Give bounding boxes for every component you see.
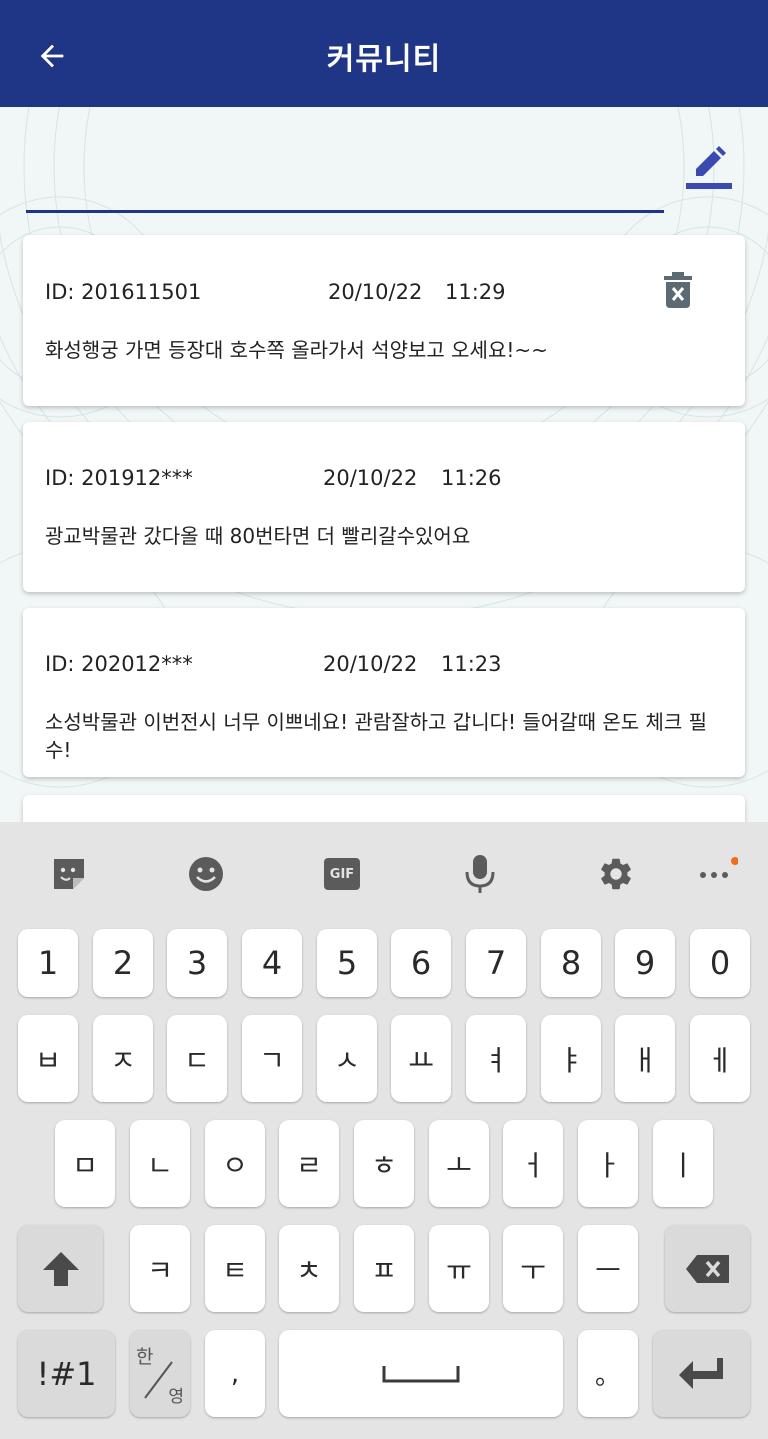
- page-title: 커뮤니티: [326, 42, 442, 77]
- key-i[interactable]: ㅣ: [653, 1120, 713, 1207]
- settings-icon: [601, 858, 631, 890]
- post-date: 20/10/22: [328, 280, 423, 304]
- key-a[interactable]: ㅏ: [578, 1120, 638, 1207]
- key-chieut[interactable]: ㅊ: [279, 1225, 339, 1312]
- key-ya[interactable]: ㅑ: [541, 1015, 601, 1102]
- key-yeo[interactable]: ㅕ: [466, 1015, 526, 1102]
- app-bar: 커뮤니티: [0, 0, 768, 107]
- key-kieuk[interactable]: ㅋ: [130, 1225, 190, 1312]
- key-siot[interactable]: ㅅ: [317, 1015, 377, 1102]
- write-button[interactable]: [682, 143, 734, 193]
- key-5[interactable]: 5: [317, 929, 377, 997]
- key-jieut[interactable]: ㅈ: [93, 1015, 153, 1102]
- space-icon: [382, 1365, 460, 1382]
- post-author-id: ID: 201611501: [45, 280, 202, 304]
- key-yu[interactable]: ㅠ: [429, 1225, 489, 1312]
- key-nieun[interactable]: ㄴ: [130, 1120, 190, 1207]
- key-eo[interactable]: ㅓ: [503, 1120, 563, 1207]
- sticker-icon: [54, 859, 84, 889]
- key-hieut[interactable]: ㅎ: [354, 1120, 414, 1207]
- key-ieung[interactable]: ㅇ: [205, 1120, 265, 1207]
- keyboard: GIF 1 2 3 4 5 6 7 8 9 0 ㅂ ㅈ ㄷ ㄱ ㅅ ㅛ ㅕ ㅑ …: [0, 822, 768, 1439]
- key-9[interactable]: 9: [615, 929, 675, 997]
- pencil-icon: [686, 146, 732, 189]
- key-ae[interactable]: ㅐ: [615, 1015, 675, 1102]
- key-o[interactable]: ㅗ: [429, 1120, 489, 1207]
- post-input[interactable]: [26, 107, 664, 214]
- post-date: 20/10/22: [323, 652, 418, 676]
- backspace-icon: [685, 1254, 729, 1283]
- more-options-button[interactable]: [694, 852, 738, 896]
- enter-key[interactable]: [653, 1330, 750, 1417]
- post-text: 화성행궁 가면 등장대 호수쪽 올라가서 석양보고 오세요!~~: [45, 338, 548, 362]
- enter-icon: [678, 1357, 723, 1389]
- post-time: 11:29: [445, 280, 506, 304]
- key-yo[interactable]: ㅛ: [391, 1015, 451, 1102]
- key-8[interactable]: 8: [541, 929, 601, 997]
- keyboard-settings-button[interactable]: [594, 852, 638, 896]
- post-card-partial[interactable]: [23, 795, 745, 822]
- symbols-key[interactable]: !#1: [18, 1330, 115, 1417]
- shift-key[interactable]: [18, 1225, 103, 1312]
- key-3[interactable]: 3: [167, 929, 227, 997]
- key-0[interactable]: 0: [690, 929, 750, 997]
- emoji-button[interactable]: [184, 852, 228, 896]
- key-digeut[interactable]: ㄷ: [167, 1015, 227, 1102]
- language-switch-key[interactable]: 한 영: [130, 1330, 190, 1417]
- key-giyeok[interactable]: ㄱ: [242, 1015, 302, 1102]
- gif-button[interactable]: GIF: [320, 852, 364, 896]
- post-time: 11:26: [441, 466, 502, 490]
- post-card[interactable]: ID: 201912*** 20/10/22 11:26 광교박물관 갔다올 때…: [23, 422, 745, 592]
- more-icon: [700, 857, 738, 878]
- post-card[interactable]: ID: 201611501 20/10/22 11:29 화성행궁 가면 등장대…: [23, 235, 745, 406]
- post-date: 20/10/22: [323, 466, 418, 490]
- key-mieum[interactable]: ㅁ: [55, 1120, 115, 1207]
- delete-button[interactable]: [663, 271, 693, 309]
- key-bieup[interactable]: ㅂ: [18, 1015, 78, 1102]
- sticker-button[interactable]: [47, 852, 91, 896]
- key-4[interactable]: 4: [242, 929, 302, 997]
- post-text: 소성박물관 이번전시 너무 이쁘네요! 관람잘하고 갑니다! 들어갈때 온도 체…: [45, 710, 708, 762]
- comma-key[interactable]: ,: [205, 1330, 265, 1417]
- post-text: 광교박물관 갔다올 때 80번타면 더 빨리갈수있어요: [45, 524, 471, 548]
- input-underline: [26, 210, 664, 213]
- keyboard-toolbar: GIF: [0, 822, 768, 922]
- gif-icon: GIF: [324, 858, 360, 890]
- key-6[interactable]: 6: [391, 929, 451, 997]
- post-author-id: ID: 202012***: [45, 652, 193, 676]
- key-e[interactable]: ㅔ: [690, 1015, 750, 1102]
- key-tieut[interactable]: ㅌ: [205, 1225, 265, 1312]
- emoji-icon: [189, 857, 223, 891]
- lang-bottom-label: 영: [168, 1387, 184, 1407]
- trash-icon: [664, 272, 692, 308]
- voice-input-button[interactable]: [458, 852, 502, 896]
- space-key[interactable]: [279, 1330, 563, 1417]
- post-time: 11:23: [441, 652, 502, 676]
- backspace-key[interactable]: [665, 1225, 750, 1312]
- key-u[interactable]: ㅜ: [503, 1225, 563, 1312]
- post-author-id: ID: 201912***: [45, 466, 193, 490]
- community-content: ID: 201611501 20/10/22 11:29 화성행궁 가면 등장대…: [0, 107, 768, 822]
- period-key[interactable]: 。: [578, 1330, 638, 1417]
- key-7[interactable]: 7: [466, 929, 526, 997]
- key-2[interactable]: 2: [93, 929, 153, 997]
- microphone-icon: [465, 855, 495, 893]
- key-pieup[interactable]: ㅍ: [354, 1225, 414, 1312]
- post-card[interactable]: ID: 202012*** 20/10/22 11:23 소성박물관 이번전시 …: [23, 608, 745, 777]
- key-1[interactable]: 1: [18, 929, 78, 997]
- key-rieul[interactable]: ㄹ: [279, 1120, 339, 1207]
- key-eu[interactable]: ㅡ: [578, 1225, 638, 1312]
- shift-arrow-icon: [42, 1251, 79, 1286]
